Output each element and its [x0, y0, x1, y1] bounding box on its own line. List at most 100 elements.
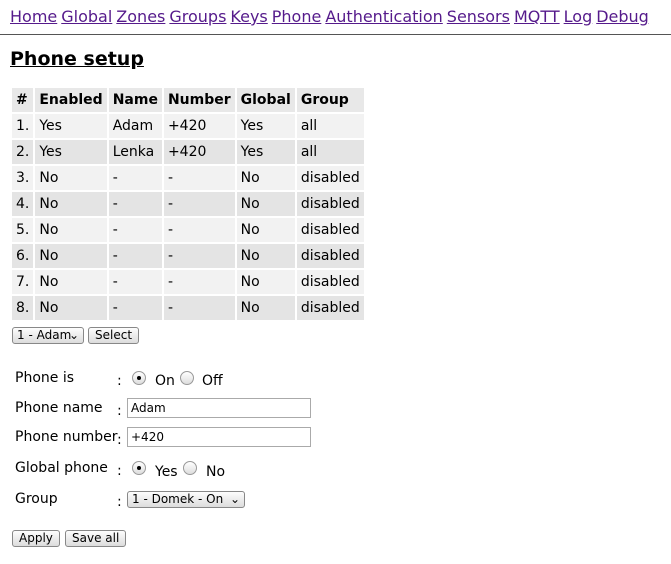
table-row: 1. Yes Adam +420 Yes all	[12, 114, 364, 138]
table-cell: No	[236, 218, 295, 242]
table-cell: disabled	[296, 270, 364, 294]
phone-select-value: 1 - Adam	[17, 328, 72, 342]
col-header: Name	[108, 88, 162, 112]
nav-global[interactable]: Global	[61, 7, 112, 26]
table-row: 8. No - - No disabled	[12, 296, 364, 320]
nav-sensors[interactable]: Sensors	[447, 7, 510, 26]
table-cell: 1.	[12, 114, 34, 138]
nav-groups[interactable]: Groups	[169, 7, 226, 26]
table-cell: No	[236, 296, 295, 320]
select-button[interactable]: Select	[88, 327, 140, 344]
global-no-radio[interactable]	[183, 461, 197, 475]
table-row: 5. No - - No disabled	[12, 218, 364, 242]
save-all-button[interactable]: Save all	[65, 530, 127, 547]
table-row: 3. No - - No disabled	[12, 166, 364, 190]
phone-is-label: Phone is	[15, 370, 75, 386]
phone-name-input[interactable]: Adam	[127, 398, 311, 418]
colon: :	[117, 463, 122, 479]
phone-on-radio[interactable]	[132, 371, 146, 385]
apply-button[interactable]: Apply	[12, 530, 60, 547]
table-cell: No	[35, 166, 107, 190]
table-cell: -	[108, 270, 162, 294]
colon: :	[117, 494, 122, 510]
table-cell: No	[236, 166, 295, 190]
table-cell: -	[108, 296, 162, 320]
table-cell: 4.	[12, 192, 34, 216]
colon: :	[117, 403, 122, 419]
chevron-down-icon: ⌄	[68, 328, 79, 342]
table-cell: -	[163, 192, 235, 216]
table-cell: No	[236, 244, 295, 268]
table-cell: Adam	[108, 114, 162, 138]
top-nav: Home Global Zones Groups Keys Phone Authentica…	[10, 7, 653, 26]
nav-home[interactable]: Home	[10, 7, 57, 26]
phone-on-label: On	[155, 373, 175, 389]
group-label: Group	[15, 491, 58, 507]
group-select[interactable]: 1 - Domek - On ⌄	[127, 491, 245, 508]
col-header: Group	[296, 88, 364, 112]
table-cell: disabled	[296, 192, 364, 216]
table-cell: -	[108, 192, 162, 216]
table-cell: No	[35, 244, 107, 268]
table-cell: Yes	[236, 140, 295, 164]
table-cell: -	[163, 166, 235, 190]
nav-keys[interactable]: Keys	[230, 7, 267, 26]
table-cell: No	[236, 192, 295, 216]
nav-zones[interactable]: Zones	[116, 7, 165, 26]
table-cell: No	[35, 192, 107, 216]
table-cell: disabled	[296, 218, 364, 242]
nav-phone[interactable]: Phone	[272, 7, 322, 26]
table-cell: No	[236, 270, 295, 294]
table-cell: 2.	[12, 140, 34, 164]
table-cell: all	[296, 140, 364, 164]
phone-select[interactable]: 1 - Adam ⌄	[12, 327, 84, 344]
nav-log[interactable]: Log	[564, 7, 593, 26]
table-cell: +420	[163, 140, 235, 164]
nav-divider	[0, 34, 671, 35]
table-cell: disabled	[296, 166, 364, 190]
nav-debug[interactable]: Debug	[596, 7, 649, 26]
colon: :	[117, 432, 122, 448]
table-cell: -	[163, 296, 235, 320]
colon: :	[117, 373, 122, 389]
table-cell: disabled	[296, 244, 364, 268]
table-cell: -	[108, 166, 162, 190]
group-select-value: 1 - Domek - On	[132, 492, 224, 506]
table-row: 4. No - - No disabled	[12, 192, 364, 216]
global-yes-radio[interactable]	[132, 461, 146, 475]
table-cell: +420	[163, 114, 235, 138]
phone-number-label: Phone number	[15, 429, 118, 445]
table-cell: -	[108, 244, 162, 268]
phone-off-label: Off	[202, 373, 223, 389]
phone-name-label: Phone name	[15, 400, 103, 416]
table-cell: No	[35, 296, 107, 320]
table-row: 6. No - - No disabled	[12, 244, 364, 268]
col-header: #	[12, 88, 34, 112]
table-cell: 6.	[12, 244, 34, 268]
table-cell: 3.	[12, 166, 34, 190]
col-header: Number	[163, 88, 235, 112]
table-header-row: # Enabled Name Number Global Group	[12, 88, 364, 112]
col-header: Global	[236, 88, 295, 112]
global-no-label: No	[206, 464, 226, 480]
table-cell: Lenka	[108, 140, 162, 164]
table-cell: -	[163, 270, 235, 294]
global-yes-label: Yes	[155, 464, 178, 480]
table-cell: -	[163, 244, 235, 268]
table-cell: Yes	[236, 114, 295, 138]
table-cell: Yes	[35, 114, 107, 138]
table-cell: 5.	[12, 218, 34, 242]
table-cell: 8.	[12, 296, 34, 320]
table-row: 7. No - - No disabled	[12, 270, 364, 294]
table-cell: -	[108, 218, 162, 242]
chevron-down-icon: ⌄	[229, 492, 240, 506]
nav-mqtt[interactable]: MQTT	[514, 7, 560, 26]
table-cell: No	[35, 218, 107, 242]
table-cell: No	[35, 270, 107, 294]
global-phone-label: Global phone	[15, 460, 108, 476]
table-cell: -	[163, 218, 235, 242]
phone-off-radio[interactable]	[180, 371, 194, 385]
phone-number-input[interactable]: +420	[127, 427, 311, 447]
table-cell: disabled	[296, 296, 364, 320]
nav-authentication[interactable]: Authentication	[325, 7, 442, 26]
